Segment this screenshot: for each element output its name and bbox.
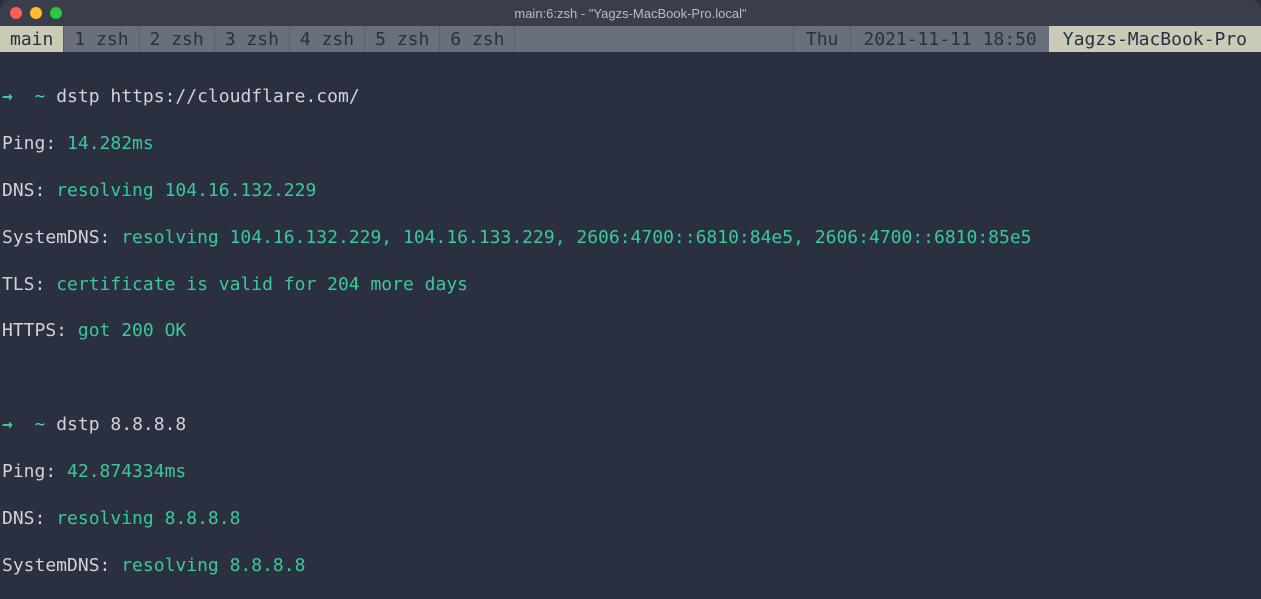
status-datetime: 2021-11-11 18:50 bbox=[850, 26, 1048, 52]
command-text: dstp https://cloudflare.com/ bbox=[56, 86, 359, 107]
output-label: Ping: bbox=[2, 133, 56, 154]
output-label: TLS: bbox=[2, 274, 45, 295]
prompt-cwd: ~ bbox=[35, 414, 46, 435]
output-line: Ping: 14.282ms bbox=[2, 132, 1259, 155]
output-label: Ping: bbox=[2, 461, 56, 482]
status-day: Thu bbox=[793, 26, 851, 52]
output-value: resolving 8.8.8.8 bbox=[121, 555, 305, 576]
tab-6[interactable]: 6 zsh bbox=[440, 26, 515, 52]
output-label: SystemDNS: bbox=[2, 227, 110, 248]
output-line: SystemDNS: resolving 104.16.132.229, 104… bbox=[2, 226, 1259, 249]
tab-4[interactable]: 4 zsh bbox=[290, 26, 365, 52]
status-host: Yagzs-MacBook-Pro bbox=[1049, 26, 1261, 52]
titlebar: main:6:zsh - "Yagzs-MacBook-Pro.local" bbox=[0, 0, 1261, 26]
minimize-icon[interactable] bbox=[30, 7, 42, 19]
output-value: got 200 OK bbox=[78, 320, 186, 341]
prompt-line: → ~ dstp 8.8.8.8 bbox=[2, 413, 1259, 436]
close-icon[interactable] bbox=[10, 7, 22, 19]
output-value: 42.874334ms bbox=[67, 461, 186, 482]
terminal-window: main:6:zsh - "Yagzs-MacBook-Pro.local" m… bbox=[0, 0, 1261, 599]
blank-line bbox=[2, 366, 1259, 389]
tab-5[interactable]: 5 zsh bbox=[365, 26, 440, 52]
output-value: 14.282ms bbox=[67, 133, 154, 154]
output-value: resolving 8.8.8.8 bbox=[56, 508, 240, 529]
tabbar-spacer bbox=[515, 26, 792, 52]
tab-1[interactable]: 1 zsh bbox=[64, 26, 139, 52]
output-value: certificate is valid for 204 more days bbox=[56, 274, 468, 295]
tab-main[interactable]: main bbox=[0, 26, 64, 52]
tab-3[interactable]: 3 zsh bbox=[215, 26, 290, 52]
tabbar: main 1 zsh 2 zsh 3 zsh 4 zsh 5 zsh 6 zsh… bbox=[0, 26, 1261, 52]
output-label: DNS: bbox=[2, 508, 45, 529]
output-value: resolving 104.16.132.229, 104.16.133.229… bbox=[121, 227, 1031, 248]
output-line: HTTPS: got 200 OK bbox=[2, 319, 1259, 342]
prompt-arrow-icon: → bbox=[2, 414, 13, 435]
output-line: DNS: resolving 8.8.8.8 bbox=[2, 507, 1259, 530]
output-value: resolving 104.16.132.229 bbox=[56, 180, 316, 201]
maximize-icon[interactable] bbox=[50, 7, 62, 19]
output-label: HTTPS: bbox=[2, 320, 67, 341]
output-line: DNS: resolving 104.16.132.229 bbox=[2, 179, 1259, 202]
prompt-line: → ~ dstp https://cloudflare.com/ bbox=[2, 85, 1259, 108]
tab-2[interactable]: 2 zsh bbox=[140, 26, 215, 52]
prompt-cwd: ~ bbox=[35, 86, 46, 107]
output-line: SystemDNS: resolving 8.8.8.8 bbox=[2, 554, 1259, 577]
prompt-arrow-icon: → bbox=[2, 86, 13, 107]
output-label: SystemDNS: bbox=[2, 555, 110, 576]
traffic-lights bbox=[10, 7, 62, 19]
command-text: dstp 8.8.8.8 bbox=[56, 414, 186, 435]
terminal-output[interactable]: → ~ dstp https://cloudflare.com/ Ping: 1… bbox=[0, 52, 1261, 599]
window-title: main:6:zsh - "Yagzs-MacBook-Pro.local" bbox=[0, 6, 1261, 21]
output-line: Ping: 42.874334ms bbox=[2, 460, 1259, 483]
output-label: DNS: bbox=[2, 180, 45, 201]
output-line: TLS: certificate is valid for 204 more d… bbox=[2, 273, 1259, 296]
